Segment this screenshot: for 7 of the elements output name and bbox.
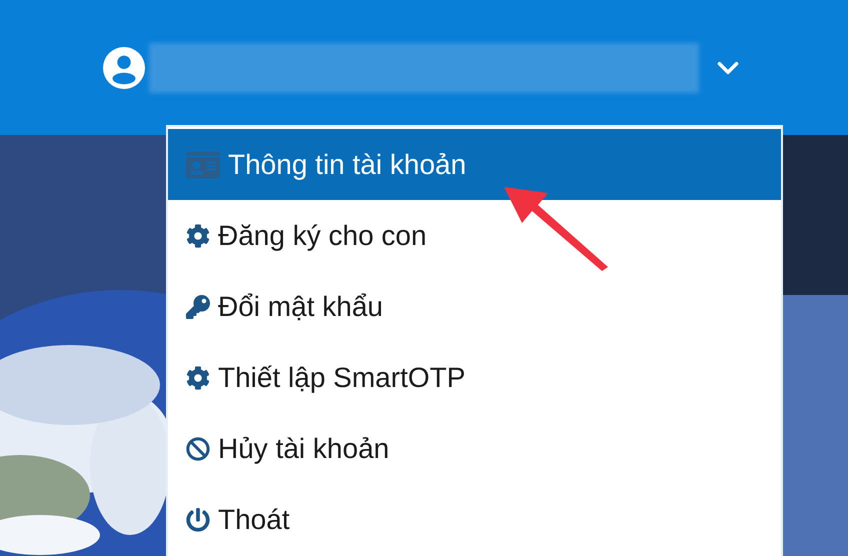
menu-item[interactable]: Thông tin tài khoản bbox=[168, 129, 781, 200]
ban-icon bbox=[186, 436, 210, 460]
key-icon bbox=[186, 294, 210, 318]
power-icon bbox=[186, 508, 210, 532]
gear-icon bbox=[186, 224, 210, 248]
gear-icon bbox=[186, 366, 210, 390]
user-avatar-icon bbox=[103, 46, 146, 90]
